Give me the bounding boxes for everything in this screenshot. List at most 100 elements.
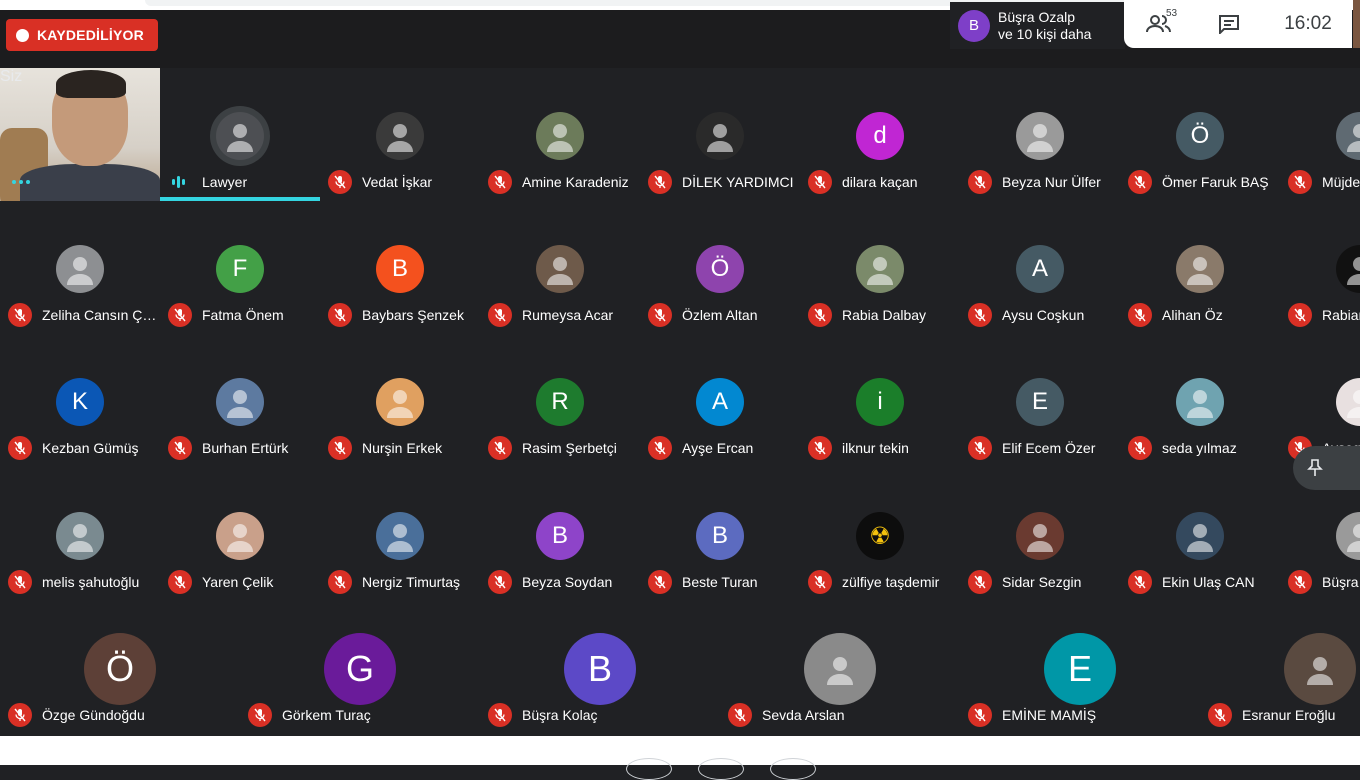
mic-off-icon: [1128, 570, 1152, 594]
participant-avatar: [804, 633, 876, 705]
mic-off-icon: [1208, 703, 1232, 727]
pin-control[interactable]: [1293, 446, 1360, 490]
participant-avatar: [376, 378, 424, 426]
toolbar-button-edge: [770, 758, 816, 780]
participant-tile[interactable]: Nurşin Erkek: [320, 334, 480, 467]
pin-icon: [1307, 459, 1323, 476]
participant-tile[interactable]: E Elif Ecem Özer: [960, 334, 1120, 467]
participant-name: Rabian: [1322, 307, 1360, 323]
mic-off-icon: [968, 170, 992, 194]
record-dot-icon: [16, 28, 29, 42]
participant-tile[interactable]: Vedat İşkar: [320, 68, 480, 201]
mic-off-icon: [968, 570, 992, 594]
participant-tile[interactable]: A Aysu Coşkun: [960, 201, 1120, 334]
toolbar-button-edge: [626, 758, 672, 780]
mic-off-icon: [648, 436, 672, 460]
participant-tile[interactable]: Nergiz Timurtaş: [320, 468, 480, 601]
participant-name: Ekin Ulaş CAN: [1162, 574, 1255, 590]
notification-text: Büşra Ozalp ve 10 kişi daha: [998, 9, 1091, 43]
participant-tile[interactable]: Ekin Ulaş CAN: [1120, 468, 1280, 601]
participant-tile[interactable]: melis şahutoğlu: [0, 468, 160, 601]
participant-tile[interactable]: Rumeysa Acar: [480, 201, 640, 334]
participant-tile[interactable]: F Fatma Önem: [160, 201, 320, 334]
participant-tile[interactable]: R Rasim Şerbetçi: [480, 334, 640, 467]
recording-badge[interactable]: KAYDEDİLİYOR: [6, 19, 158, 51]
notification-line2: ve 10 kişi daha: [998, 25, 1092, 42]
participant-name: Yaren Çelik: [202, 574, 274, 590]
participant-tile[interactable]: B Baybars Şenzek: [320, 201, 480, 334]
participant-tile[interactable]: Amine Karadeniz: [480, 68, 640, 201]
participant-name: seda yılmaz: [1162, 440, 1237, 456]
participant-tile[interactable]: Ö Özlem Altan: [640, 201, 800, 334]
participant-tile[interactable]: Rabian: [1280, 201, 1360, 334]
participant-tile[interactable]: A Ayşe Ercan: [640, 334, 800, 467]
participant-tile[interactable]: G Görkem Turaç: [240, 601, 480, 734]
recording-label: KAYDEDİLİYOR: [37, 27, 144, 43]
participant-name: Büşra: [1322, 574, 1359, 590]
participant-tile[interactable]: d dilara kaçan: [800, 68, 960, 201]
participant-name: Sevda Arslan: [762, 707, 845, 723]
more-dots-icon[interactable]: [12, 180, 32, 186]
participant-tile[interactable]: E EMİNE MAMİŞ: [960, 601, 1200, 734]
participant-avatar: A: [1016, 245, 1064, 293]
participant-name: Zeliha Cansın Ç…: [42, 307, 157, 323]
participant-tile[interactable]: Ö Ömer Faruk BAŞ: [1120, 68, 1280, 201]
participant-tile[interactable]: ☢ zülfiye taşdemir: [800, 468, 960, 601]
mic-off-icon: [8, 303, 32, 327]
participant-tile[interactable]: Ö Özge Gündoğdu: [0, 601, 240, 734]
participant-name: Baybars Şenzek: [362, 307, 464, 323]
participant-tile[interactable]: Beyza Nur Ülfer: [960, 68, 1120, 201]
participant-tile[interactable]: Alihan Öz: [1120, 201, 1280, 334]
participant-tile[interactable]: i ilknur tekin: [800, 334, 960, 467]
mic-off-icon: [728, 703, 752, 727]
notification-avatar: B: [958, 9, 990, 42]
participant-avatar: d: [856, 112, 904, 160]
participant-tile[interactable]: B Büşra Kolaç: [480, 601, 720, 734]
participant-avatar: ☢: [856, 512, 904, 560]
participant-avatar: [536, 112, 584, 160]
participant-name: Rasim Şerbetçi: [522, 440, 617, 456]
participant-tile[interactable]: Zeliha Cansın Ç…: [0, 201, 160, 334]
mic-off-icon: [648, 170, 672, 194]
participant-tile[interactable]: Rabia Dalbay: [800, 201, 960, 334]
mic-off-icon: [648, 570, 672, 594]
participant-tile[interactable]: Lawyer: [160, 68, 320, 201]
mic-off-icon: [1288, 303, 1312, 327]
participant-tile[interactable]: Esranur Eroğlu: [1200, 601, 1360, 734]
mic-off-icon: [488, 703, 512, 727]
participant-avatar: [56, 512, 104, 560]
participant-avatar: B: [696, 512, 744, 560]
participant-tile[interactable]: Müjde: [1280, 68, 1360, 201]
participant-tile[interactable]: seda yılmaz: [1120, 334, 1280, 467]
participant-tile[interactable]: Burhan Ertürk: [160, 334, 320, 467]
participant-tile[interactable]: Sevda Arslan: [720, 601, 960, 734]
window-edge: [1353, 0, 1360, 48]
participant-name: Lawyer: [202, 174, 248, 190]
participant-name: Ayşe Ercan: [682, 440, 754, 456]
participant-tile[interactable]: B Beyza Soydan: [480, 468, 640, 601]
notification-line1: Büşra Ozalp: [998, 8, 1076, 25]
participant-tile[interactable]: Yaren Çelik: [160, 468, 320, 601]
people-button[interactable]: 53: [1124, 8, 1194, 34]
speaking-indicator-icon: [172, 175, 192, 189]
participant-name: Kezban Gümüş: [42, 440, 139, 456]
participant-name: dilara kaçan: [842, 174, 918, 190]
participant-name: Müjde: [1322, 174, 1360, 190]
participant-tile[interactable]: B Beste Turan: [640, 468, 800, 601]
participant-name: Ömer Faruk BAŞ: [1162, 174, 1269, 190]
participant-tile[interactable]: DİLEK YARDIMCI: [640, 68, 800, 201]
participant-name: Burhan Ertürk: [202, 440, 289, 456]
participant-tile[interactable]: K Kezban Gümüş: [0, 334, 160, 467]
participant-name: Görkem Turaç: [282, 707, 371, 723]
participant-avatar: [1284, 633, 1356, 705]
chat-button[interactable]: [1194, 14, 1264, 34]
self-video-tile[interactable]: Siz: [0, 68, 160, 201]
participant-avatar: [376, 512, 424, 560]
mic-off-icon: [1128, 436, 1152, 460]
participant-avatar: G: [324, 633, 396, 705]
join-notification[interactable]: B Büşra Ozalp ve 10 kişi daha: [950, 2, 1125, 49]
video-hair: [56, 70, 126, 98]
participant-avatar: [216, 512, 264, 560]
participant-name: Nurşin Erkek: [362, 440, 443, 456]
participant-tile[interactable]: Sidar Sezgin: [960, 468, 1120, 601]
